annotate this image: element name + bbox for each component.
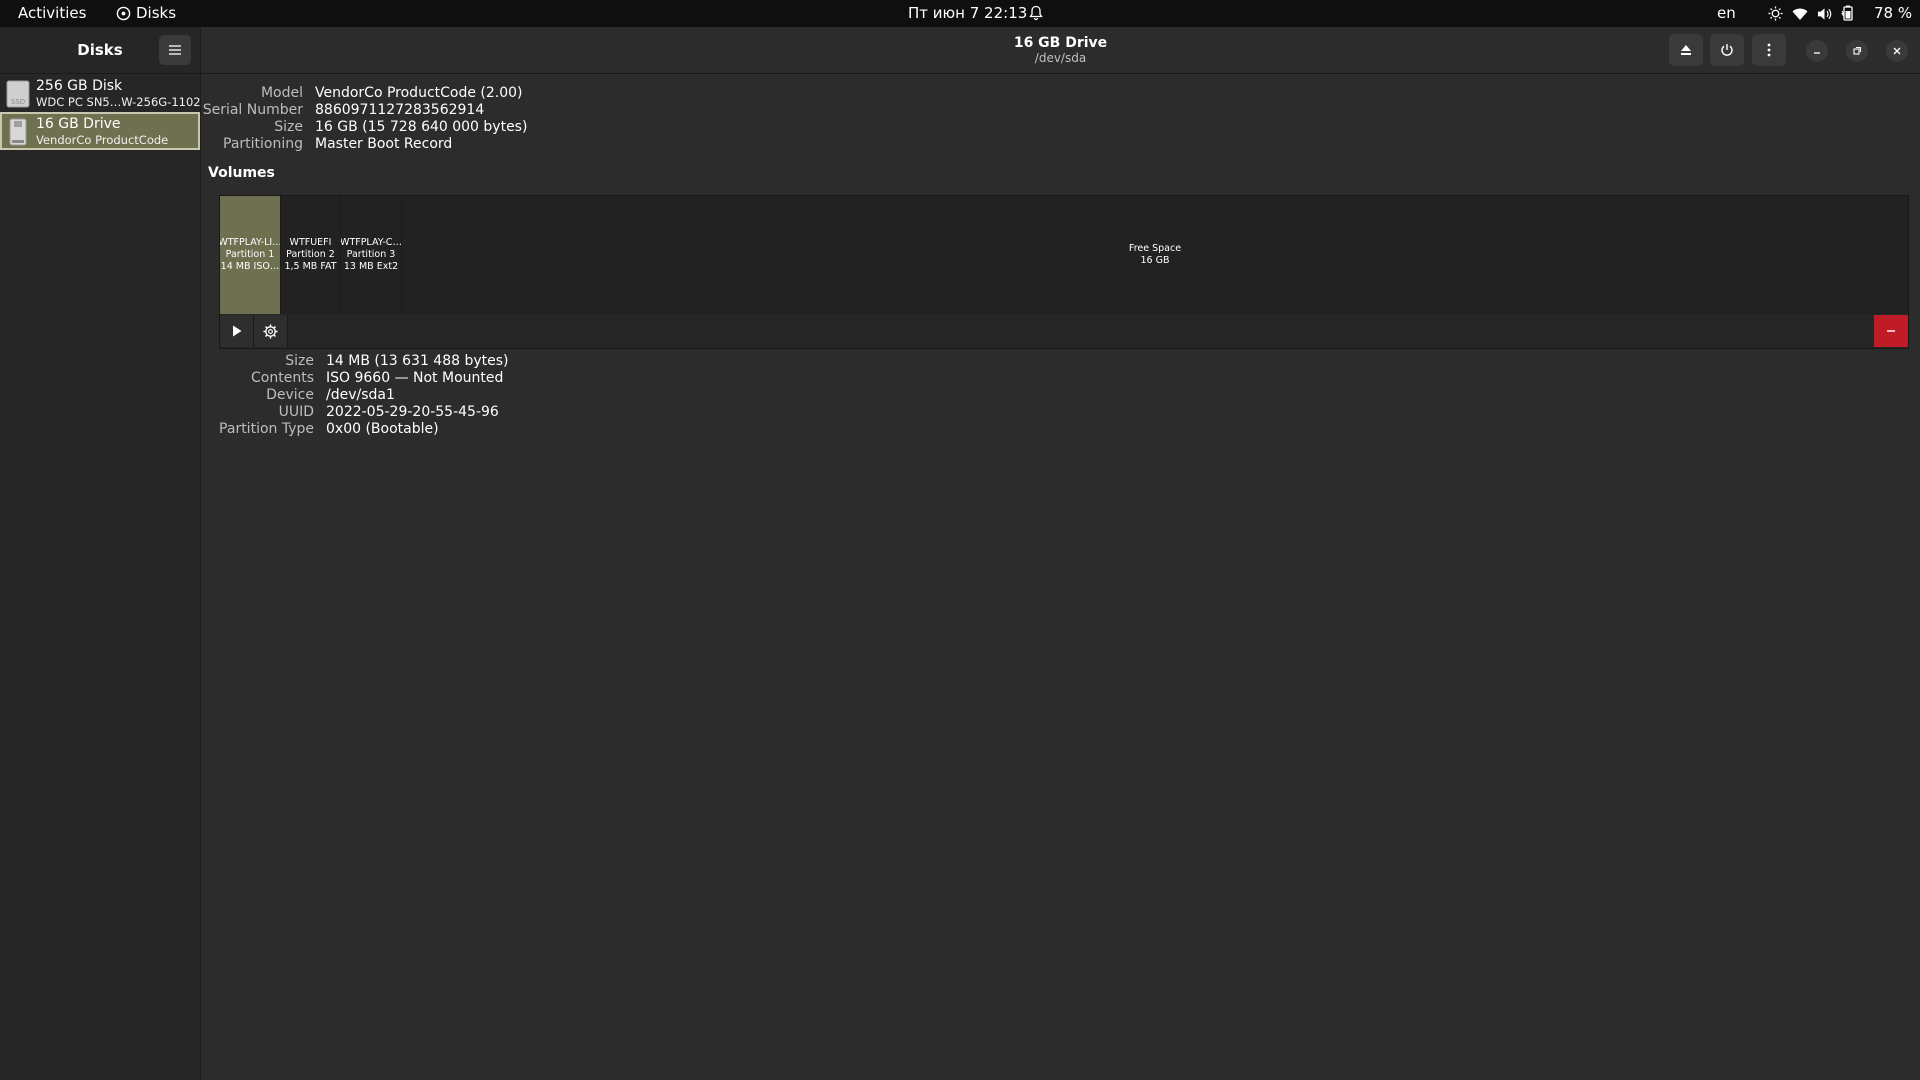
notification-bell-icon[interactable] (1029, 0, 1043, 27)
partition-uuid-value: 2022-05-29-20-55-45-96 (326, 404, 499, 420)
restore-button[interactable] (1846, 40, 1868, 62)
brightness-icon (1768, 6, 1783, 21)
battery-percentage[interactable]: 78 % (1874, 0, 1912, 27)
restore-icon (1853, 46, 1862, 55)
activities-button[interactable]: Activities (18, 0, 86, 27)
drive-partitioning-value: Master Boot Record (315, 136, 453, 152)
drive-size-label: Size (274, 119, 303, 135)
top-bar: Activities Disks Пт июн 7 22:13 en 78 % (0, 0, 1920, 27)
disks-window: Disks SSD 256 GB Disk WDC PC SN5…W-256G-… (0, 27, 1920, 1080)
clock[interactable]: Пт июн 7 22:13 (908, 0, 1027, 27)
drive-partitioning-label: Partitioning (223, 136, 303, 152)
partition-2-block[interactable]: WTFUEFI Partition 2 1,5 MB FAT (281, 196, 341, 314)
eject-button[interactable] (1669, 34, 1703, 66)
free-space-label: Free Space (1128, 243, 1182, 254)
eject-icon (1681, 45, 1691, 55)
sidebar-item-256gb-disk[interactable]: SSD 256 GB Disk WDC PC SN5…W-256G-1102 (1, 75, 201, 111)
volume-toolbar (219, 314, 1909, 349)
volumes-map: WTFPLAY-LI… Partition 1 14 MB ISO… WTFUE… (219, 195, 1909, 315)
partition-label: WTFPLAY-C… (341, 237, 402, 248)
app-menu-button[interactable] (159, 35, 191, 65)
sidebar-item-16gb-drive[interactable]: 16 GB Drive VendorCo ProductCode (0, 112, 200, 150)
partition-size: 14 MB ISO… (220, 261, 280, 272)
free-space-size: 16 GB (1140, 255, 1170, 266)
partition-device-label: Device (266, 387, 314, 403)
battery-icon (1841, 5, 1853, 21)
drive-serial-label: Serial Number (202, 102, 303, 118)
header-divider (0, 73, 1920, 74)
drive-menu-button[interactable] (1752, 34, 1786, 66)
partition-number: Partition 2 (286, 249, 335, 260)
system-menu[interactable] (1768, 0, 1864, 27)
partition-size: 13 MB Ext2 (343, 261, 399, 272)
power-icon (1721, 44, 1733, 56)
kebab-menu-icon (1767, 43, 1771, 57)
window-subtitle: /dev/sda (1034, 51, 1087, 65)
minimize-icon (1814, 52, 1820, 54)
input-language[interactable]: en (1717, 0, 1736, 27)
partition-number: Partition 3 (346, 249, 396, 260)
app-menu[interactable]: Disks (116, 0, 176, 27)
partition-3-block[interactable]: WTFPLAY-C… Partition 3 13 MB Ext2 (341, 196, 402, 314)
main-pane: 16 GB Drive /dev/sda Model VendorCo Prod… (0, 27, 1920, 1080)
delete-partition-button[interactable] (1874, 315, 1908, 347)
partition-size-label: Size (285, 353, 314, 369)
partition-label: WTFPLAY-LI… (220, 237, 281, 248)
partition-type-label: Partition Type (219, 421, 314, 437)
hamburger-menu-icon (169, 45, 181, 55)
partition-size: 1,5 MB FAT (284, 261, 337, 272)
disk-subtitle: WDC PC SN5…W-256G-1102 (36, 95, 201, 109)
gear-icon (263, 323, 278, 339)
partition-settings-button[interactable] (254, 315, 288, 347)
drive-size-value: 16 GB (15 728 640 000 bytes) (315, 119, 528, 135)
volumes-heading: Volumes (208, 165, 275, 181)
close-button[interactable] (1886, 40, 1908, 62)
drive-model-label: Model (260, 85, 303, 101)
close-icon (1893, 47, 1901, 55)
power-off-button[interactable] (1710, 34, 1744, 66)
partition-uuid-label: UUID (278, 404, 314, 420)
minus-icon (1887, 330, 1895, 332)
disk-name: 16 GB Drive (36, 116, 121, 132)
partition-1-block[interactable]: WTFPLAY-LI… Partition 1 14 MB ISO… (220, 196, 281, 314)
disks-app-icon (116, 6, 131, 21)
free-space-block[interactable]: Free Space 16 GB (402, 196, 1908, 314)
partition-contents-value: ISO 9660 — Not Mounted (326, 370, 504, 386)
disk-subtitle: VendorCo ProductCode (36, 133, 169, 147)
partition-type-value: 0x00 (Bootable) (326, 421, 439, 437)
sidebar: Disks SSD 256 GB Disk WDC PC SN5…W-256G-… (0, 27, 201, 1080)
partition-label: WTFUEFI (289, 237, 332, 248)
partition-size-value: 14 MB (13 631 488 bytes) (326, 353, 509, 369)
mount-button[interactable] (220, 315, 254, 347)
disk-name: 256 GB Disk (36, 78, 123, 94)
play-icon (232, 325, 241, 337)
wifi-icon (1792, 8, 1808, 20)
ssd-icon-label: SSD (11, 98, 25, 106)
usb-drive-icon (9, 118, 27, 146)
drive-model-value: VendorCo ProductCode (2.00) (315, 85, 523, 101)
volume-icon (1817, 8, 1832, 20)
partition-number: Partition 1 (225, 249, 275, 260)
app-name: Disks (136, 4, 177, 22)
ssd-icon: SSD (6, 80, 30, 108)
sidebar-header: Disks (0, 27, 200, 73)
partition-contents-label: Contents (251, 370, 314, 386)
window-title: 16 GB Drive (1013, 35, 1108, 51)
drive-serial-value: 8860971127283562914 (315, 102, 485, 118)
minimize-button[interactable] (1806, 40, 1828, 62)
partition-device-value: /dev/sda1 (326, 387, 395, 403)
